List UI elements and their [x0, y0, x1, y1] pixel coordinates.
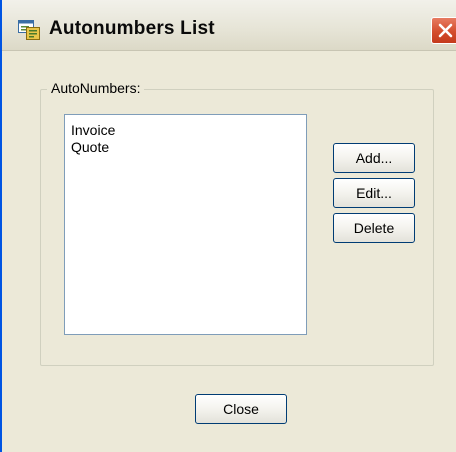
edit-button[interactable]: Edit...	[333, 178, 415, 208]
add-button[interactable]: Add...	[333, 143, 415, 173]
autonumbers-app-icon	[18, 20, 40, 40]
window-close-button[interactable]	[431, 17, 456, 44]
list-item-quote[interactable]: Quote	[71, 139, 109, 155]
autonumbers-dialog: Autonumbers List AutoNumbers: Invoice Qu…	[0, 0, 456, 452]
delete-button[interactable]: Delete	[333, 213, 415, 243]
autonumbers-listbox[interactable]: Invoice Quote	[64, 114, 307, 335]
close-button[interactable]: Close	[195, 394, 287, 424]
list-item-invoice[interactable]: Invoice	[71, 122, 115, 138]
title-bar[interactable]: Autonumbers List	[2, 0, 456, 51]
autonumbers-group-label: AutoNumbers:	[47, 80, 145, 96]
window-title: Autonumbers List	[49, 18, 215, 39]
